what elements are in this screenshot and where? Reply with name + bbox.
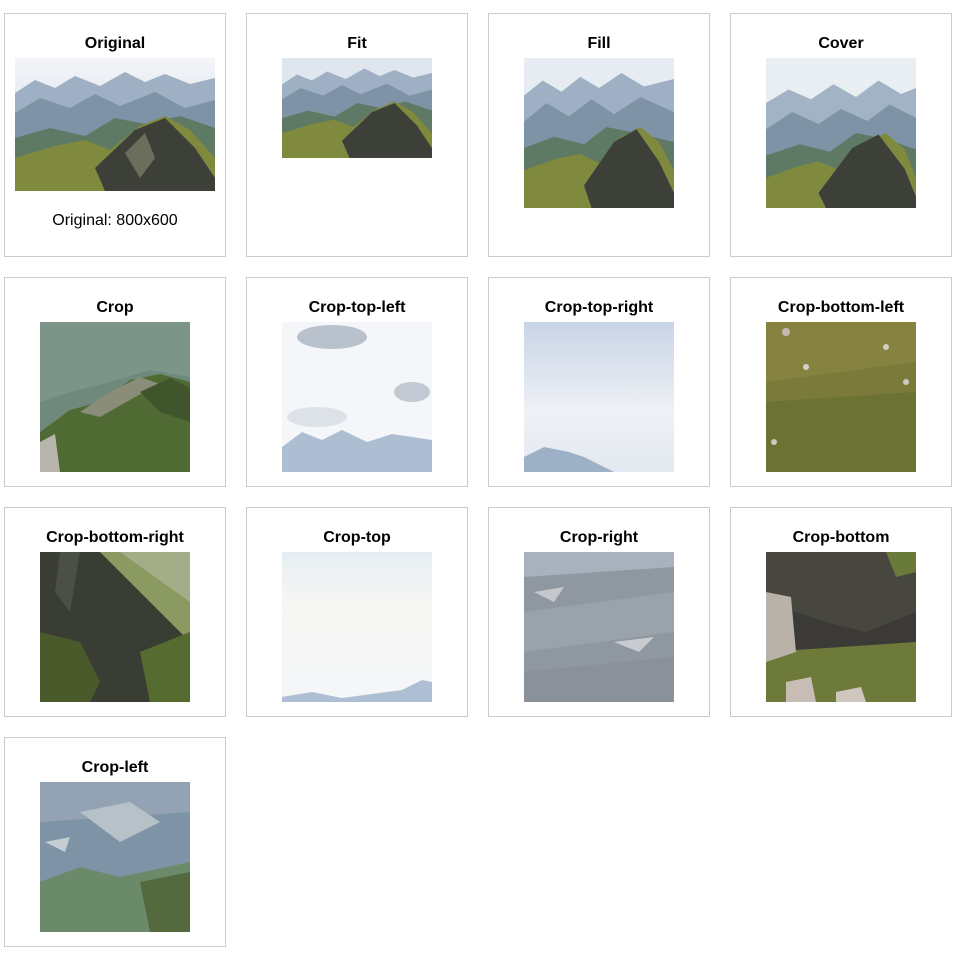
- crop-top-right-image: [524, 322, 674, 472]
- card-title: Crop-top-right: [544, 299, 654, 316]
- card-title: Crop-left: [81, 759, 149, 776]
- card-crop-bottom-right: Crop-bottom-right: [4, 507, 226, 717]
- card-title: Fit: [347, 35, 367, 52]
- card-crop-top-left: Crop-top-left: [246, 277, 468, 487]
- card-cover: Cover: [730, 13, 952, 257]
- card-title: Crop-bottom-right: [46, 529, 184, 546]
- crop-bottom-image: [766, 552, 916, 702]
- crop-top-left-image: [282, 322, 432, 472]
- card-title: Crop-right: [559, 529, 639, 546]
- card-title: Fill: [587, 35, 611, 52]
- card-title: Original: [84, 35, 146, 52]
- card-fit: Fit: [246, 13, 468, 257]
- card-title: Crop-top-left: [308, 299, 406, 316]
- crop-image: [40, 322, 190, 472]
- card-crop: Crop: [4, 277, 226, 487]
- original-caption: Original: 800x600: [52, 212, 178, 229]
- crop-top-image: [282, 552, 432, 702]
- card-title: Crop-bottom: [792, 529, 890, 546]
- crop-bottom-left-image: [766, 322, 916, 472]
- fill-image: [524, 58, 674, 208]
- cover-image: [766, 58, 916, 208]
- card-crop-bottom-left: Crop-bottom-left: [730, 277, 952, 487]
- card-original: Original Original: 800x600: [4, 13, 226, 257]
- card-title: Crop-top: [323, 529, 391, 546]
- card-crop-top-right: Crop-top-right: [488, 277, 710, 487]
- card-title: Crop: [96, 299, 134, 316]
- card-crop-left: Crop-left: [4, 737, 226, 947]
- card-crop-top: Crop-top: [246, 507, 468, 717]
- card-title: Crop-bottom-left: [777, 299, 905, 316]
- original-image: [15, 58, 215, 191]
- card-fill: Fill: [488, 13, 710, 257]
- crop-right-image: [524, 552, 674, 702]
- crop-bottom-right-image: [40, 552, 190, 702]
- crop-left-image: [40, 782, 190, 932]
- card-title: Cover: [818, 35, 864, 52]
- fit-image: [282, 58, 432, 158]
- card-crop-bottom: Crop-bottom: [730, 507, 952, 717]
- card-crop-right: Crop-right: [488, 507, 710, 717]
